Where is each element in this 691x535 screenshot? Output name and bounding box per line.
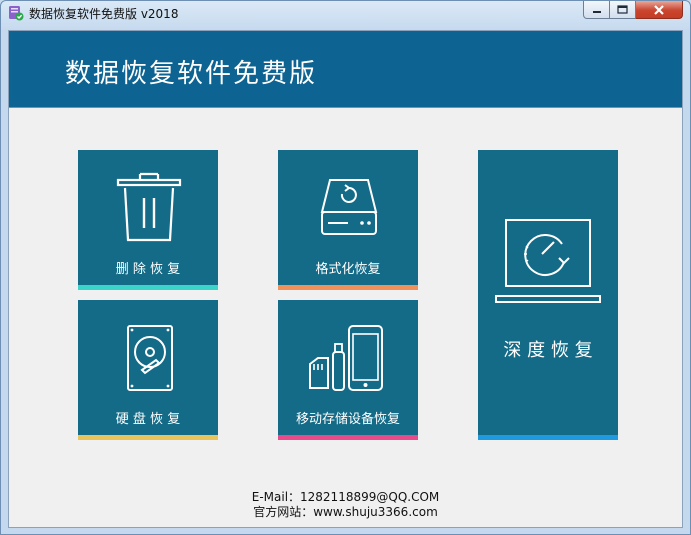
- hard-disk-icon: [127, 325, 173, 391]
- close-button[interactable]: [636, 1, 683, 19]
- delete-recovery-accent: [78, 285, 218, 290]
- delete-recovery-button[interactable]: 删 除 恢 复: [78, 150, 218, 290]
- header-divider: [9, 107, 682, 108]
- window-title: 数据恢复软件免费版 v2018: [29, 7, 179, 21]
- minimize-icon: [592, 10, 601, 13]
- minimize-button[interactable]: [583, 1, 610, 19]
- mobile-devices-icon: [309, 325, 383, 391]
- title-bar[interactable]: 数据恢复软件免费版 v2018: [1, 1, 690, 25]
- contact-info: E-Mail：1282118899@QQ.COM 官方网站：www.shuju3…: [9, 490, 682, 520]
- app-logo-icon: [9, 6, 24, 21]
- deep-recovery-accent: [478, 435, 618, 440]
- app-window: 数据恢复软件免费版 v2018 数据恢复软件免费版 删 除 恢 复 格式化恢复 …: [0, 0, 691, 535]
- mobile-storage-recovery-button[interactable]: 移动存储设备恢复: [278, 300, 418, 440]
- maximize-icon: [617, 5, 628, 14]
- close-icon: [654, 4, 664, 15]
- mobile-storage-recovery-accent: [278, 435, 418, 440]
- disk-recovery-button[interactable]: 硬 盘 恢 复: [78, 300, 218, 440]
- window-controls: [583, 1, 683, 20]
- website-text: 官方网站：www.shuju3366.com: [253, 505, 438, 519]
- delete-recovery-label: 删 除 恢 复: [115, 262, 181, 277]
- email-text: E-Mail：1282118899@QQ.COM: [251, 490, 440, 504]
- format-recovery-label: 格式化恢复: [315, 262, 381, 277]
- mobile-storage-recovery-label: 移动存储设备恢复: [295, 412, 400, 427]
- deep-recovery-label: 深 度 恢 复: [503, 340, 593, 361]
- maximize-button[interactable]: [610, 1, 636, 19]
- trash-can-icon: [116, 172, 182, 242]
- deep-recovery-button[interactable]: 深 度 恢 复: [478, 150, 618, 440]
- laptop-scan-icon: [495, 219, 601, 303]
- format-recovery-button[interactable]: 格式化恢复: [278, 150, 418, 290]
- format-recovery-accent: [278, 285, 418, 290]
- header-banner: 数据恢复软件免费版: [9, 31, 682, 107]
- disk-recovery-accent: [78, 435, 218, 440]
- page-title: 数据恢复软件免费版: [65, 59, 318, 89]
- hard-drive-refresh-icon: [320, 179, 378, 235]
- main-panel: 数据恢复软件免费版 删 除 恢 复 格式化恢复 硬 盘 恢 复 移动存储设备恢复…: [8, 30, 683, 528]
- disk-recovery-label: 硬 盘 恢 复: [115, 412, 181, 427]
